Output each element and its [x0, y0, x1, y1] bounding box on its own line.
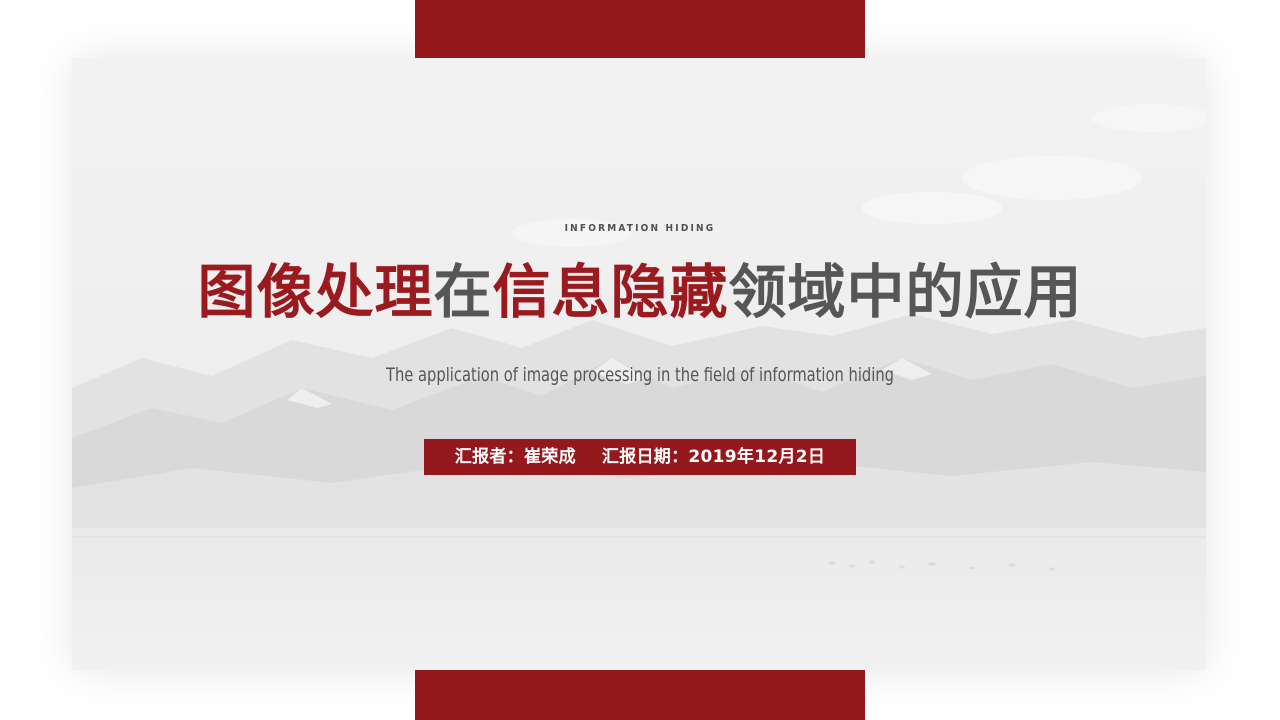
slide-subtitle: The application of image processing in t… [386, 364, 894, 386]
slide-title: 图像处理在信息隐藏领域中的应用 [0, 254, 1280, 330]
bottom-accent-bar [415, 670, 865, 720]
eyebrow-label: INFORMATION HIDING [564, 223, 716, 234]
reporter-info-box: 汇报者：崔荣成 汇报日期：2019年12月2日 [424, 439, 856, 475]
report-date: 汇报日期：2019年12月2日 [601, 447, 826, 467]
title-part-2: 在 [433, 258, 493, 326]
reporter-name: 汇报者：崔荣成 [454, 447, 576, 467]
top-accent-bar [415, 0, 865, 58]
title-part-4: 领域中的应用 [728, 258, 1083, 326]
title-part-3: 信息隐藏 [492, 258, 729, 326]
title-part-1: 图像处理 [197, 258, 434, 326]
